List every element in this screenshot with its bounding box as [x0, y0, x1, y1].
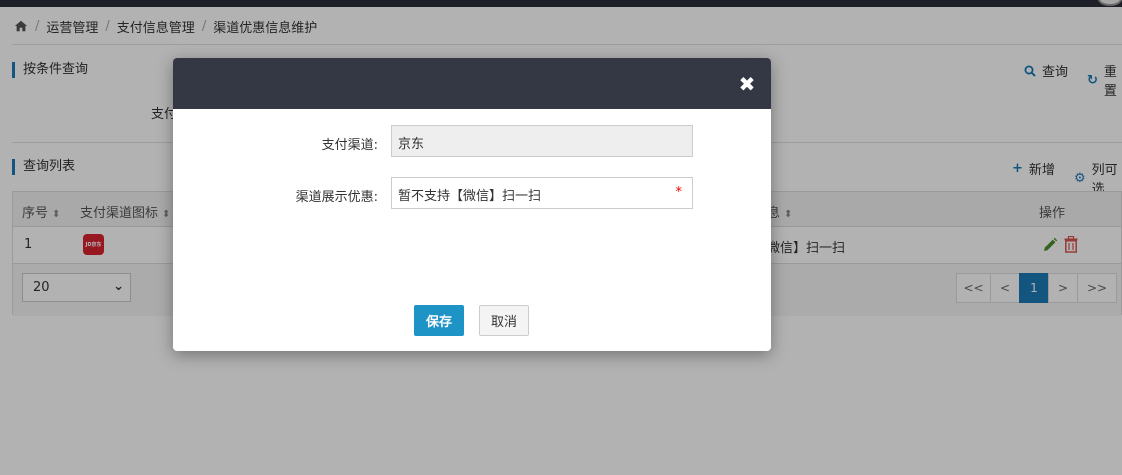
- channel-label: 支付渠道:: [321, 138, 378, 153]
- discount-value: 暂不支持【微信】扫一扫: [398, 189, 542, 204]
- edit-modal: ✖ 支付渠道: 京东 渠道展示优惠: 暂不支持【微信】扫一扫 * 保存 取消: [173, 58, 771, 351]
- close-icon[interactable]: ✖: [738, 74, 756, 94]
- required-marker: *: [675, 185, 683, 200]
- save-button[interactable]: 保存: [414, 305, 464, 336]
- channel-field: 京东: [391, 125, 693, 157]
- cancel-button[interactable]: 取消: [479, 305, 529, 336]
- discount-label: 渠道展示优惠:: [295, 190, 378, 205]
- discount-input[interactable]: 暂不支持【微信】扫一扫 *: [391, 177, 693, 209]
- modal-header: ✖: [173, 58, 771, 109]
